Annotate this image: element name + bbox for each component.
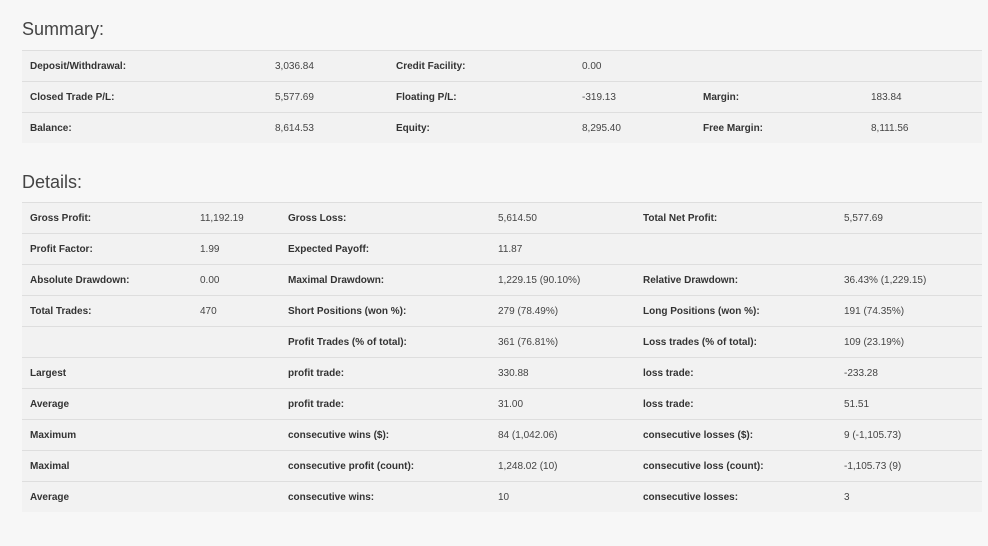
table-row: Deposit/Withdrawal: 3,036.84 Credit Facili… <box>22 50 982 82</box>
row-value <box>192 357 280 389</box>
row-label: Closed Trade P/L: <box>22 81 267 113</box>
details-title: Details: <box>22 172 83 192</box>
row-value: 5,577.69 <box>267 81 388 113</box>
row-value: 10 <box>490 481 635 512</box>
row-label: Profit Trades (% of total): <box>280 326 490 358</box>
summary-table: Deposit/Withdrawal: 3,036.84 Credit Facili… <box>22 50 982 143</box>
row-value: 11,192.19 <box>192 202 280 234</box>
row-label: Expected Payoff: <box>280 233 490 265</box>
row-label: Absolute Drawdown: <box>22 264 192 296</box>
row-label: consecutive losses ($): <box>635 419 836 451</box>
row-label: consecutive wins: <box>280 481 490 512</box>
row-value <box>863 50 982 82</box>
table-row: Absolute Drawdown: 0.00 Maximal Drawdown: 1… <box>22 264 982 296</box>
row-label <box>635 233 836 265</box>
row-value: 0.00 <box>192 264 280 296</box>
row-label: Total Net Profit: <box>635 202 836 234</box>
row-value: 191 (74.35%) <box>836 295 982 327</box>
row-label: Short Positions (won %): <box>280 295 490 327</box>
row-value: 3,036.84 <box>267 50 388 82</box>
row-label: Margin: <box>695 81 863 113</box>
row-value <box>836 233 982 265</box>
row-label: loss trade: <box>635 388 836 420</box>
row-label: Gross Loss: <box>280 202 490 234</box>
row-value: 9 (-1,105.73) <box>836 419 982 451</box>
row-value: 8,111.56 <box>863 112 982 143</box>
row-value: 1,248.02 (10) <box>490 450 635 482</box>
row-label: Largest <box>22 357 192 389</box>
row-value <box>192 326 280 358</box>
row-value: 330.88 <box>490 357 635 389</box>
row-value <box>192 481 280 512</box>
row-label: Free Margin: <box>695 112 863 143</box>
row-value <box>192 450 280 482</box>
row-value: -1,105.73 (9) <box>836 450 982 482</box>
table-row: Maximum consecutive wins ($): 84 (1,042.06… <box>22 419 982 451</box>
row-value: 470 <box>192 295 280 327</box>
table-row: Average profit trade: 31.00 loss trade: 51.5… <box>22 388 982 420</box>
summary-title: Summary: <box>22 19 105 39</box>
details-table-body: Gross Profit: 11,192.19 Gross Loss: 5,614.5… <box>22 202 982 512</box>
table-row: Closed Trade P/L: 5,577.69 Floating P/L: -3… <box>22 81 982 113</box>
row-label: Deposit/Withdrawal: <box>22 50 267 82</box>
row-value: 8,614.53 <box>267 112 388 143</box>
row-value: 1,229.15 (90.10%) <box>490 264 635 296</box>
row-label: Relative Drawdown: <box>635 264 836 296</box>
row-label: consecutive loss (count): <box>635 450 836 482</box>
row-value: 279 (78.49%) <box>490 295 635 327</box>
row-label: Profit Factor: <box>22 233 192 265</box>
row-label: Average <box>22 481 192 512</box>
details-table: Gross Profit: 11,192.19 Gross Loss: 5,614.5… <box>22 202 982 512</box>
row-value: 183.84 <box>863 81 982 113</box>
table-row: Total Trades: 470 Short Positions (won %):… <box>22 295 982 327</box>
row-value <box>192 388 280 420</box>
row-label: loss trade: <box>635 357 836 389</box>
row-label: Floating P/L: <box>388 81 574 113</box>
table-row: Gross Profit: 11,192.19 Gross Loss: 5,614.5… <box>22 202 982 234</box>
row-value: 3 <box>836 481 982 512</box>
row-label: profit trade: <box>280 388 490 420</box>
row-label <box>695 50 863 82</box>
row-value: 5,577.69 <box>836 202 982 234</box>
row-label: Long Positions (won %): <box>635 295 836 327</box>
table-row: Balance: 8,614.53 Equity: 8,295.40 Free Marg… <box>22 112 982 143</box>
row-label: Loss trades (% of total): <box>635 326 836 358</box>
row-value: 5,614.50 <box>490 202 635 234</box>
report-page: Summary: Deposit/Withdrawal: 3,036.84 Cred… <box>0 0 988 546</box>
row-label: Gross Profit: <box>22 202 192 234</box>
summary-table-body: Deposit/Withdrawal: 3,036.84 Credit Facili… <box>22 50 982 143</box>
row-label: Balance: <box>22 112 267 143</box>
row-label: Maximal <box>22 450 192 482</box>
row-value: 31.00 <box>490 388 635 420</box>
row-label: consecutive profit (count): <box>280 450 490 482</box>
row-value: 8,295.40 <box>574 112 695 143</box>
row-label: Maximal Drawdown: <box>280 264 490 296</box>
row-value: 51.51 <box>836 388 982 420</box>
table-row: Profit Trades (% of total): 361 (76.81%) L… <box>22 326 982 358</box>
table-row: Maximal consecutive profit (count): 1,248.… <box>22 450 982 482</box>
row-label: Credit Facility: <box>388 50 574 82</box>
row-label: consecutive losses: <box>635 481 836 512</box>
row-value: 109 (23.19%) <box>836 326 982 358</box>
row-label: profit trade: <box>280 357 490 389</box>
row-label: Average <box>22 388 192 420</box>
row-value: -319.13 <box>574 81 695 113</box>
table-row: Largest profit trade: 330.88 loss trade: -23… <box>22 357 982 389</box>
row-value: 0.00 <box>574 50 695 82</box>
row-label: Total Trades: <box>22 295 192 327</box>
table-row: Average consecutive wins: 10 consecutive lo… <box>22 481 982 512</box>
row-label: Equity: <box>388 112 574 143</box>
row-label: Maximum <box>22 419 192 451</box>
row-value: 84 (1,042.06) <box>490 419 635 451</box>
row-value <box>192 419 280 451</box>
table-row: Profit Factor: 1.99 Expected Payoff: 11.87 <box>22 233 982 265</box>
row-label <box>22 326 192 358</box>
row-value: 11.87 <box>490 233 635 265</box>
row-label: consecutive wins ($): <box>280 419 490 451</box>
row-value: -233.28 <box>836 357 982 389</box>
row-value: 36.43% (1,229.15) <box>836 264 982 296</box>
row-value: 1.99 <box>192 233 280 265</box>
row-value: 361 (76.81%) <box>490 326 635 358</box>
